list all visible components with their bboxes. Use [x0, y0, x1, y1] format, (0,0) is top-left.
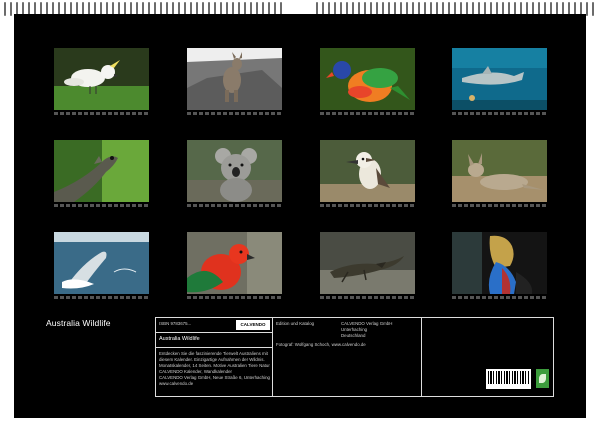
eco-label-icon — [536, 369, 549, 388]
photo-shark[interactable] — [452, 48, 547, 110]
photo-water-dragon[interactable] — [54, 140, 149, 202]
caption-strip — [54, 112, 149, 115]
caption-strip — [320, 112, 415, 115]
description-line: Entdecken Sie die faszinierende Tierwelt… — [159, 351, 268, 356]
caption-strip — [320, 296, 415, 299]
photo-koala[interactable] — [187, 140, 282, 202]
edition-label: Edition und Katalog — [276, 321, 315, 326]
publisher-line: Unterhaching — [341, 327, 368, 332]
calendar-title: Australia Wildlife — [46, 318, 111, 328]
barcode — [486, 369, 531, 389]
photo-lizard[interactable] — [320, 232, 415, 294]
binding-ring — [586, 2, 588, 16]
photo-cassowary[interactable] — [452, 232, 547, 294]
photo-whale[interactable] — [54, 232, 149, 294]
photo-kangaroo[interactable] — [452, 140, 547, 202]
info-column-publisher: Edition und Katalog CALVENDO Verlag GmbH… — [273, 318, 422, 396]
caption-strip — [54, 296, 149, 299]
isbn-label: ISBN 9783675... — [159, 321, 192, 326]
publisher-line: Deutschland — [341, 333, 366, 338]
product-info-box: ISBN 9783675... CALVENDO Australia Wildl… — [155, 317, 554, 397]
publisher-logo: CALVENDO — [236, 320, 270, 330]
caption-strip — [54, 204, 149, 207]
description-line: CALVENDO Verlag GmbH, Neue Straße 6, Unt… — [159, 375, 270, 380]
photo-wallaby[interactable] — [187, 48, 282, 110]
caption-strip — [187, 204, 282, 207]
photo-lorikeet[interactable] — [320, 48, 415, 110]
description-line: Monatskalender, 14 Seiten. Motive Austra… — [159, 363, 270, 368]
product-title: Australia Wildlife — [159, 336, 200, 342]
binding-ring — [10, 2, 12, 16]
caption-strip — [320, 204, 415, 207]
caption-strip — [452, 204, 547, 207]
description-line: CALVENDO Kalender, Wandkalender — [159, 369, 232, 374]
description-line: www.calvendo.de — [159, 381, 194, 386]
caption-strip — [452, 296, 547, 299]
leaf-icon — [539, 374, 546, 383]
photo-cockatoo[interactable] — [54, 48, 149, 110]
photo-kookaburra[interactable] — [320, 140, 415, 202]
binding-ring — [592, 2, 594, 16]
calendar-back-cover: Australia Wildlife ISBN 9783675... CALVE… — [14, 14, 586, 418]
caption-strip — [187, 112, 282, 115]
photo-king-parrot[interactable] — [187, 232, 282, 294]
credit-line: Fotograf: Wolfgang Schoch, www.calvendo.… — [276, 342, 366, 347]
publisher-line: CALVENDO Verlag GmbH — [341, 321, 393, 326]
caption-strip — [187, 296, 282, 299]
caption-strip — [452, 112, 547, 115]
info-column-description: ISBN 9783675... CALVENDO Australia Wildl… — [156, 318, 273, 396]
description-line: diesem Kalender. Einzigartige Aufnahmen … — [159, 357, 265, 362]
binding-ring — [4, 2, 6, 16]
